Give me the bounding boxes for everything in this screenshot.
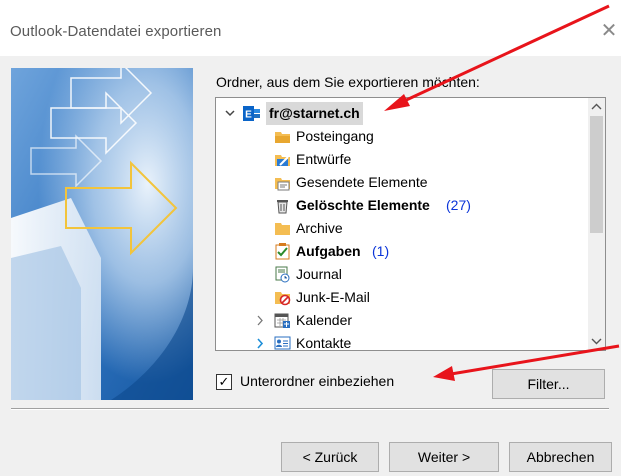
folder-icon xyxy=(274,220,291,237)
chevron-down-icon[interactable] xyxy=(224,102,236,125)
tree-item-account[interactable]: E fr@starnet.ch xyxy=(216,102,586,125)
tree-item-kontakte[interactable]: Kontakte xyxy=(216,332,586,351)
junk-mail-icon xyxy=(274,289,291,306)
chevron-right-icon[interactable] xyxy=(254,332,266,350)
next-button[interactable]: Weiter > xyxy=(389,442,499,472)
filter-button[interactable]: Filter... xyxy=(492,369,605,399)
tree-item-label: Kontakte xyxy=(296,335,352,351)
unread-count: (27) xyxy=(446,197,471,213)
folder-tree[interactable]: E fr@starnet.ch Posteingang Entwürfe Ges… xyxy=(215,97,606,351)
trash-icon xyxy=(274,197,291,214)
tree-item-archive[interactable]: Archive xyxy=(216,217,586,240)
sent-items-icon xyxy=(274,174,291,191)
chevron-right-icon[interactable] xyxy=(254,309,266,332)
button-divider xyxy=(11,408,609,410)
svg-text:E: E xyxy=(245,110,252,121)
dialog-body: Ordner, aus dem Sie exportieren möchten:… xyxy=(0,56,621,476)
tree-item-journal[interactable]: Journal xyxy=(216,263,586,286)
folder-prompt-label: Ordner, aus dem Sie exportieren möchten: xyxy=(216,74,480,90)
inbox-folder-icon xyxy=(274,128,291,145)
tree-item-posteingang[interactable]: Posteingang xyxy=(216,125,586,148)
tree-item-aufgaben[interactable]: Aufgaben (1) xyxy=(216,240,586,263)
tree-item-label: Archive xyxy=(296,220,343,236)
journal-icon xyxy=(274,266,291,283)
scroll-up-icon[interactable] xyxy=(588,98,605,115)
vertical-scrollbar[interactable] xyxy=(588,98,605,350)
calendar-icon xyxy=(274,312,291,329)
tree-item-label: Journal xyxy=(296,266,342,282)
tree-item-label: Gelöschte Elemente xyxy=(296,197,430,213)
close-icon[interactable]: ✕ xyxy=(598,18,620,44)
tree-item-label: Posteingang xyxy=(296,128,374,144)
window-title: Outlook-Datendatei exportieren xyxy=(10,23,222,40)
tree-item-label: Entwürfe xyxy=(296,151,352,167)
contacts-icon xyxy=(274,335,291,350)
tree-item-label: fr@starnet.ch xyxy=(266,102,363,125)
back-button[interactable]: < Zurück xyxy=(281,442,379,472)
wizard-banner-graphic xyxy=(11,68,193,400)
tree-item-label: Junk-E-Mail xyxy=(296,289,370,305)
include-subfolders-label[interactable]: Unterordner einbeziehen xyxy=(240,373,394,389)
tree-item-label: Kalender xyxy=(296,312,353,328)
tree-item-label: Aufgaben xyxy=(296,243,361,259)
tree-item-kalender[interactable]: Kalender xyxy=(216,309,586,332)
scrollbar-thumb[interactable] xyxy=(590,116,603,233)
cancel-button[interactable]: Abbrechen xyxy=(509,442,612,472)
tree-item-label: Gesendete Elemente xyxy=(296,174,428,190)
tree-item-geloeschte-elemente[interactable]: Gelöschte Elemente (27) xyxy=(216,194,586,217)
include-subfolders-checkbox[interactable]: ✓ xyxy=(216,374,232,390)
title-bar: Outlook-Datendatei exportieren ✕ xyxy=(0,0,621,56)
tree-item-entwuerfe[interactable]: Entwürfe xyxy=(216,148,586,171)
unread-count: (1) xyxy=(372,243,390,259)
tasks-icon xyxy=(274,243,291,260)
exchange-account-icon: E xyxy=(243,105,260,122)
tree-item-gesendete-elemente[interactable]: Gesendete Elemente xyxy=(216,171,586,194)
drafts-icon xyxy=(274,151,291,168)
tree-item-junk-e-mail[interactable]: Junk-E-Mail xyxy=(216,286,586,309)
scroll-down-icon[interactable] xyxy=(588,333,605,350)
